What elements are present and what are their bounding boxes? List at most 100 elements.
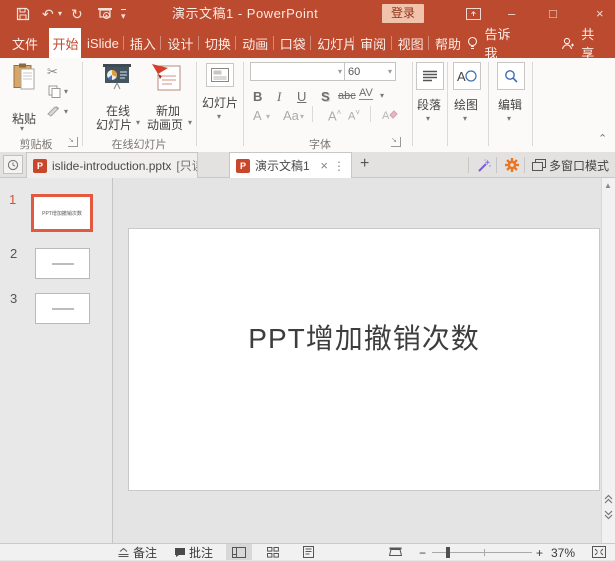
slide-thumbnail-1[interactable]: PPT增加撤销次数 xyxy=(31,194,93,232)
slide-thumbnail-2[interactable] xyxy=(35,248,90,279)
copy-dropdown-icon[interactable]: ▾ xyxy=(64,87,68,96)
zoom-slider-thumb[interactable] xyxy=(446,547,450,558)
draw-button[interactable]: 绘图 xyxy=(442,96,490,113)
tellme-label[interactable]: 告诉我 xyxy=(485,24,521,62)
format-painter-dropdown-icon[interactable]: ▾ xyxy=(64,107,68,116)
tab-file[interactable]: 文件 xyxy=(0,28,49,58)
save-icon[interactable] xyxy=(16,7,30,21)
next-slide-icon[interactable] xyxy=(604,510,613,520)
settings-gear-icon[interactable] xyxy=(505,158,519,172)
paragraph-icon[interactable] xyxy=(416,62,444,90)
slide-layout-icon[interactable] xyxy=(206,63,234,87)
slide-thumbnail-3[interactable] xyxy=(35,293,90,324)
tab-transitions[interactable]: 切换 xyxy=(199,28,236,58)
draw-icon[interactable]: A xyxy=(453,62,481,90)
font-color-dropdown-icon[interactable]: ▾ xyxy=(266,112,270,121)
doc-tab-islide-introduction[interactable]: P islide-introduction.pptx [只读] xyxy=(26,152,198,178)
redo-icon[interactable]: ↻ xyxy=(71,0,83,28)
tab-animations[interactable]: 动画 xyxy=(236,28,273,58)
login-button[interactable]: 登录 xyxy=(382,4,424,23)
tab-view[interactable]: 视图 xyxy=(392,28,429,58)
new-animation-page-dropdown-icon[interactable]: ▾ xyxy=(188,118,192,127)
bold-button[interactable]: B xyxy=(253,89,262,104)
tab-design[interactable]: 设计 xyxy=(161,28,198,58)
reading-view-button[interactable] xyxy=(296,544,320,560)
maximize-button[interactable]: □ xyxy=(549,0,557,28)
edit-dropdown-icon[interactable]: ▾ xyxy=(507,114,511,123)
tab-home[interactable]: 开始 xyxy=(49,28,82,58)
paste-icon[interactable] xyxy=(12,63,36,90)
font-size-dropdown-icon[interactable]: ▾ xyxy=(388,67,392,76)
new-animation-page-icon[interactable] xyxy=(150,62,184,92)
normal-view-button[interactable] xyxy=(226,544,252,560)
comments-button[interactable]: 批注 xyxy=(189,545,213,561)
slide-sorter-view-button[interactable] xyxy=(261,544,285,560)
paste-dropdown-icon[interactable]: ▾ xyxy=(20,124,24,133)
tab-more-icon[interactable]: ⋮ xyxy=(333,159,345,173)
slideshow-from-start-icon[interactable] xyxy=(97,7,113,21)
format-painter-icon[interactable] xyxy=(46,105,61,118)
recent-files-icon[interactable] xyxy=(3,155,23,174)
copy-icon[interactable] xyxy=(48,85,61,98)
notes-button[interactable]: 备注 xyxy=(133,545,157,561)
scroll-up-icon[interactable]: ▲ xyxy=(604,181,612,190)
slide-title-text[interactable]: PPT增加撤销次数 xyxy=(129,317,599,357)
tab-help[interactable]: 帮助 xyxy=(429,28,466,58)
close-tab-icon[interactable]: × xyxy=(320,158,328,173)
multi-window-mode-button[interactable]: 多窗口模式 xyxy=(549,157,609,174)
tab-slideshow[interactable]: 幻灯片 xyxy=(311,28,353,58)
title-bar: ↶ ▾ ↻ ▾ 演示文稿1 - PowerPoint 登录 – □ × xyxy=(0,0,615,28)
previous-slide-icon[interactable] xyxy=(604,494,613,504)
clear-formatting-icon[interactable]: A xyxy=(382,108,398,122)
character-spacing-button[interactable]: AV xyxy=(359,87,373,100)
doc-tab-active[interactable]: P 演示文稿1 × ⋮ xyxy=(229,152,352,178)
group-divider xyxy=(532,62,533,146)
qat-customize-icon[interactable]: ▾ xyxy=(121,9,126,20)
shrink-font-button[interactable]: A˅ xyxy=(348,108,360,123)
slides-button[interactable]: 幻灯片 xyxy=(198,94,242,111)
underline-button[interactable]: U xyxy=(297,89,306,104)
tab-islide[interactable]: iSlide xyxy=(81,28,123,58)
text-shadow-button[interactable]: S xyxy=(321,89,330,104)
font-dialog-launcher-icon[interactable]: ↘ xyxy=(391,137,401,147)
collapse-ribbon-icon[interactable]: ⌃ xyxy=(598,132,607,145)
vertical-scrollbar[interactable]: ▲ xyxy=(601,178,615,543)
tab-pocket[interactable]: 口袋 xyxy=(274,28,311,58)
character-spacing-dropdown-icon[interactable]: ▾ xyxy=(380,91,384,100)
fit-to-window-icon[interactable] xyxy=(592,546,606,558)
font-size-combobox[interactable]: 60 ▾ xyxy=(344,62,396,81)
current-slide[interactable]: PPT增加撤销次数 xyxy=(128,228,600,491)
zoom-in-button[interactable]: + xyxy=(536,545,543,561)
multi-window-icon[interactable] xyxy=(532,159,546,171)
font-name-dropdown-icon[interactable]: ▾ xyxy=(338,67,342,76)
new-tab-button[interactable]: + xyxy=(360,155,369,173)
edit-search-icon[interactable] xyxy=(497,62,525,90)
paragraph-dropdown-icon[interactable]: ▾ xyxy=(426,114,430,123)
edit-button[interactable]: 编辑 xyxy=(486,96,534,113)
share-button[interactable]: 共享 xyxy=(581,24,605,62)
magic-wand-icon[interactable] xyxy=(477,158,492,173)
font-name-combobox[interactable]: ▾ xyxy=(250,62,346,81)
clipboard-dialog-launcher-icon[interactable]: ↘ xyxy=(68,137,78,147)
slideshow-view-button[interactable] xyxy=(383,544,407,560)
ribbon-display-options-icon[interactable] xyxy=(466,8,481,20)
change-case-dropdown-icon[interactable]: ▾ xyxy=(300,112,304,121)
zoom-percentage[interactable]: 37% xyxy=(551,545,575,561)
draw-dropdown-icon[interactable]: ▾ xyxy=(463,114,467,123)
tab-review[interactable]: 审阅 xyxy=(354,28,391,58)
online-slides-icon[interactable] xyxy=(101,64,133,90)
cut-icon[interactable]: ✂ xyxy=(47,64,58,80)
slides-dropdown-icon[interactable]: ▾ xyxy=(217,112,221,121)
change-case-button[interactable]: Aa xyxy=(283,108,299,123)
italic-button[interactable]: I xyxy=(277,89,281,105)
thumbnail-2-text-smudge xyxy=(52,263,74,265)
online-slides-button-line2[interactable]: 幻灯片 xyxy=(92,116,136,133)
undo-icon[interactable]: ↶ xyxy=(42,0,54,28)
new-animation-page-line2[interactable]: 动画页 xyxy=(140,116,190,133)
tab-insert[interactable]: 插入 xyxy=(124,28,161,58)
grow-font-button[interactable]: A˄ xyxy=(328,108,341,123)
zoom-out-button[interactable]: − xyxy=(419,545,426,561)
undo-dropdown-icon[interactable]: ▾ xyxy=(58,0,62,28)
strikethrough-button[interactable]: abc xyxy=(338,90,356,102)
font-color-button[interactable]: A xyxy=(253,108,262,123)
